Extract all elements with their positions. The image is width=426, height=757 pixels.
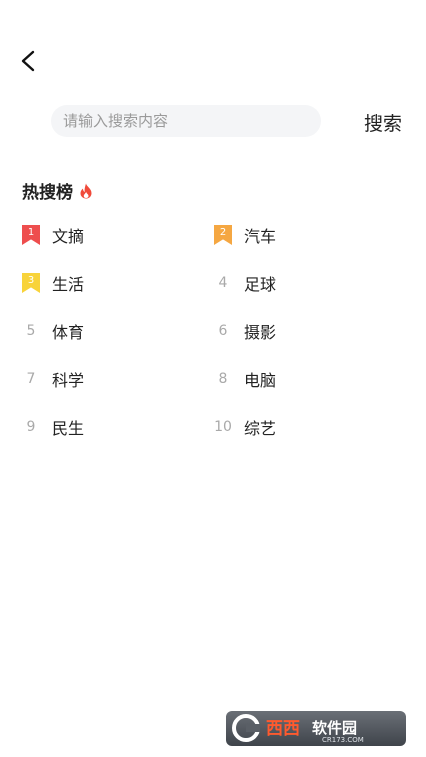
rank-number: 4	[218, 275, 228, 291]
hot-item[interactable]: 10 综艺	[214, 414, 276, 440]
search-button[interactable]: 搜索	[364, 109, 402, 136]
hot-item[interactable]: 4 足球	[214, 270, 276, 296]
fire-icon	[79, 183, 93, 199]
hot-item-label: 摄影	[244, 323, 277, 342]
hot-item-label: 汽车	[244, 227, 277, 246]
hot-item[interactable]: 8 电脑	[214, 366, 276, 392]
hot-item-label: 科学	[52, 371, 85, 390]
hot-item-label: 生活	[52, 275, 85, 294]
hot-item[interactable]: 6 摄影	[214, 318, 276, 344]
watermark-logo-icon: 西西 软件园 CR173.COM	[232, 714, 364, 744]
hot-item-label: 电脑	[244, 371, 277, 390]
hot-item[interactable]: 5 体育	[22, 318, 84, 344]
hot-search-header: 热搜榜	[22, 178, 93, 203]
svg-text:西西: 西西	[266, 719, 300, 739]
back-button[interactable]	[14, 46, 44, 76]
hot-item[interactable]: 2 汽车	[214, 222, 276, 248]
rank-number: 10	[214, 419, 232, 435]
chevron-left-icon	[21, 50, 35, 72]
hot-item-label: 体育	[52, 323, 85, 342]
svg-text:软件园: 软件园	[312, 719, 357, 737]
svg-text:CR173.COM: CR173.COM	[322, 736, 364, 744]
hot-item-label: 文摘	[52, 227, 85, 246]
hot-search-title: 热搜榜	[22, 183, 73, 203]
rank-number: 6	[218, 323, 228, 339]
hot-item[interactable]: 9 民生	[22, 414, 84, 440]
rank-badge: 2	[214, 225, 232, 245]
hot-item[interactable]: 7 科学	[22, 366, 84, 392]
search-input[interactable]	[51, 105, 321, 137]
watermark-logo: 西西 软件园 CR173.COM	[226, 711, 406, 746]
hot-item[interactable]: 1 文摘	[22, 222, 84, 248]
hot-item[interactable]: 3 生活	[22, 270, 84, 296]
hot-item-label: 综艺	[244, 419, 277, 438]
rank-number: 7	[26, 371, 36, 387]
rank-badge: 3	[22, 273, 40, 293]
hot-item-label: 足球	[244, 275, 277, 294]
rank-number: 9	[26, 419, 36, 435]
rank-number: 8	[218, 371, 228, 387]
rank-badge: 1	[22, 225, 40, 245]
rank-number: 5	[26, 323, 36, 339]
hot-item-label: 民生	[52, 419, 85, 438]
